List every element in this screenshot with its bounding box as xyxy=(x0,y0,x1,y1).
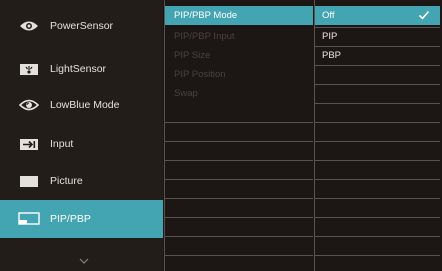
submenu-item-pip-position: PIP Position xyxy=(165,65,313,84)
row-separator xyxy=(165,160,313,161)
row-separator xyxy=(165,179,313,180)
row-separator xyxy=(315,217,440,218)
row-separator xyxy=(315,236,440,237)
input-arrow-icon xyxy=(18,137,40,151)
lowblue-eye-icon xyxy=(18,98,40,112)
row-separator xyxy=(315,160,440,161)
sidebar: PowerSensor LightSensor LowBlue Mode Inp… xyxy=(0,0,163,271)
submenu-item-pip-pbp-mode[interactable]: PIP/PBP Mode xyxy=(165,6,313,25)
row-separator xyxy=(315,122,440,123)
submenu-item-label: PIP/PBP Mode xyxy=(174,10,238,21)
row-separator xyxy=(315,103,440,104)
option-label: PBP xyxy=(322,50,342,61)
option-off[interactable]: Off xyxy=(315,6,440,25)
option-pbp[interactable]: PBP xyxy=(315,46,440,65)
submenu-column: PIP/PBP Mode PIP/PBP Input PIP Size PIP … xyxy=(165,0,313,271)
osd-menu: PowerSensor LightSensor LowBlue Mode Inp… xyxy=(0,0,442,271)
sidebar-item-pip-pbp[interactable]: PIP/PBP xyxy=(0,200,163,238)
sidebar-item-input[interactable]: Input xyxy=(0,125,163,163)
sidebar-item-label: PowerSensor xyxy=(50,20,114,32)
row-separator xyxy=(315,179,440,180)
row-separator xyxy=(315,84,440,85)
sidebar-item-powersensor[interactable]: PowerSensor xyxy=(0,7,163,45)
sidebar-item-label: LightSensor xyxy=(50,63,107,75)
row-separator xyxy=(165,236,313,237)
light-sensor-icon xyxy=(18,62,40,76)
eye-icon xyxy=(18,19,40,33)
submenu-item-label: PIP/PBP Input xyxy=(174,31,235,42)
row-separator xyxy=(315,141,440,142)
option-label: PIP xyxy=(322,31,338,42)
sidebar-item-picture[interactable]: Picture xyxy=(0,162,163,200)
row-separator xyxy=(315,65,440,66)
sidebar-item-label: PIP/PBP xyxy=(50,213,91,225)
chevron-down-icon[interactable] xyxy=(79,252,89,264)
picture-icon xyxy=(18,174,40,188)
pip-monitor-icon xyxy=(18,212,40,226)
row-separator xyxy=(165,217,313,218)
submenu-item-pip-size: PIP Size xyxy=(165,46,313,65)
row-separator xyxy=(315,198,440,199)
submenu-item-label: PIP Size xyxy=(174,50,211,61)
submenu-item-swap: Swap xyxy=(165,84,313,103)
submenu-item-label: PIP Position xyxy=(174,69,226,80)
checkmark-icon xyxy=(418,9,430,21)
submenu-item-pip-pbp-input: PIP/PBP Input xyxy=(165,27,313,46)
submenu-item-label: Swap xyxy=(174,88,198,99)
options-column: Off PIP PBP xyxy=(315,0,440,271)
sidebar-item-label: Input xyxy=(50,138,74,150)
sidebar-item-label: Picture xyxy=(50,175,83,187)
row-separator xyxy=(165,255,313,256)
sidebar-item-label: LowBlue Mode xyxy=(50,99,120,111)
row-separator xyxy=(315,255,440,256)
row-separator xyxy=(165,122,313,123)
row-separator xyxy=(165,141,313,142)
option-label: Off xyxy=(322,10,335,21)
sidebar-item-lightsensor[interactable]: LightSensor xyxy=(0,50,163,88)
row-separator xyxy=(165,198,313,199)
option-pip[interactable]: PIP xyxy=(315,27,440,46)
sidebar-item-lowblue-mode[interactable]: LowBlue Mode xyxy=(0,86,163,124)
